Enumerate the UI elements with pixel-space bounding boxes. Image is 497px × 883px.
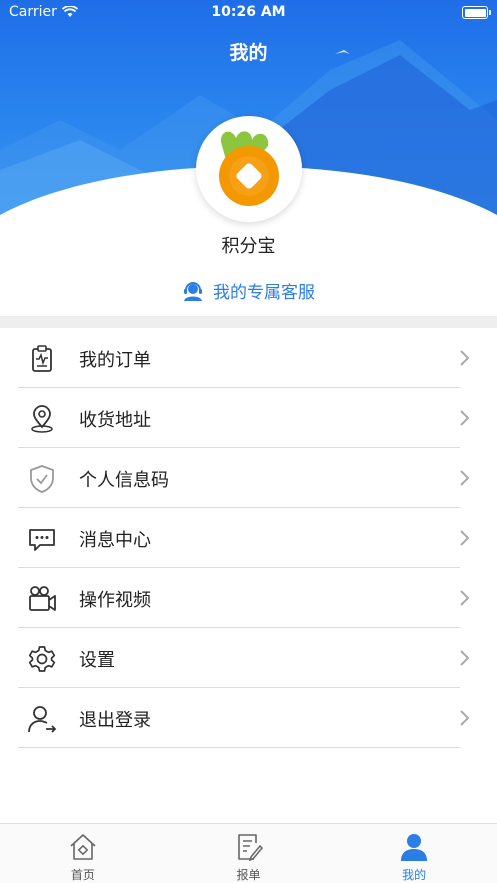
headset-agent-icon bbox=[184, 281, 202, 301]
chevron-right-icon bbox=[460, 470, 470, 486]
status-time: 10:26 AM bbox=[211, 4, 286, 20]
tab-bar: 首页 报单 我的 bbox=[0, 823, 497, 883]
clipboard-icon bbox=[32, 345, 52, 372]
chevron-right-icon bbox=[460, 590, 470, 606]
customer-service-link[interactable]: 我的专属客服 bbox=[0, 278, 497, 303]
menu-list: 我的订单 收货地址 个人信息码 消息中心 操作视频 设置 退出登录 bbox=[0, 328, 497, 748]
user-icon bbox=[401, 834, 428, 861]
chevron-right-icon bbox=[460, 410, 470, 426]
battery-icon bbox=[462, 6, 491, 19]
app-name: 积分宝 bbox=[221, 236, 276, 257]
home-icon bbox=[70, 834, 96, 860]
tab-label: 首页 bbox=[70, 868, 95, 882]
video-camera-icon bbox=[29, 586, 56, 611]
tab-report[interactable]: 报单 bbox=[166, 824, 332, 883]
section-divider bbox=[0, 316, 497, 328]
customer-service-label: 我的专属客服 bbox=[213, 283, 315, 303]
chat-bubble-icon bbox=[29, 529, 55, 551]
menu-label: 设置 bbox=[79, 650, 115, 671]
status-bar: Carrier 10:26 AM bbox=[0, 0, 497, 26]
menu-item-address[interactable]: 收货地址 bbox=[0, 388, 497, 448]
menu-item-orders[interactable]: 我的订单 bbox=[0, 328, 497, 388]
tab-label: 报单 bbox=[236, 868, 261, 882]
chevron-right-icon bbox=[460, 650, 470, 666]
tab-home[interactable]: 首页 bbox=[0, 824, 166, 883]
gear-icon bbox=[28, 646, 56, 672]
tab-mine[interactable]: 我的 bbox=[331, 824, 497, 883]
menu-item-videos[interactable]: 操作视频 bbox=[0, 568, 497, 628]
shield-check-icon bbox=[30, 465, 54, 493]
menu-label: 个人信息码 bbox=[79, 470, 169, 491]
menu-item-messages[interactable]: 消息中心 bbox=[0, 508, 497, 568]
edit-document-icon bbox=[237, 834, 263, 862]
menu-item-id-code[interactable]: 个人信息码 bbox=[0, 448, 497, 508]
menu-item-logout[interactable]: 退出登录 bbox=[0, 688, 497, 748]
user-logout-icon bbox=[28, 706, 57, 733]
location-pin-icon bbox=[31, 405, 53, 433]
chevron-right-icon bbox=[460, 350, 470, 366]
tab-label: 我的 bbox=[402, 868, 427, 882]
menu-label: 退出登录 bbox=[79, 710, 151, 731]
chevron-right-icon bbox=[460, 710, 470, 726]
menu-label: 操作视频 bbox=[79, 590, 151, 611]
row-divider bbox=[18, 747, 460, 748]
menu-label: 我的订单 bbox=[79, 350, 151, 371]
carrot-coin-logo bbox=[219, 131, 279, 206]
menu-label: 消息中心 bbox=[79, 530, 151, 551]
menu-label: 收货地址 bbox=[79, 410, 151, 431]
avatar[interactable] bbox=[196, 116, 302, 222]
chevron-right-icon bbox=[460, 530, 470, 546]
page-title: 我的 bbox=[229, 42, 268, 64]
menu-item-settings[interactable]: 设置 bbox=[0, 628, 497, 688]
